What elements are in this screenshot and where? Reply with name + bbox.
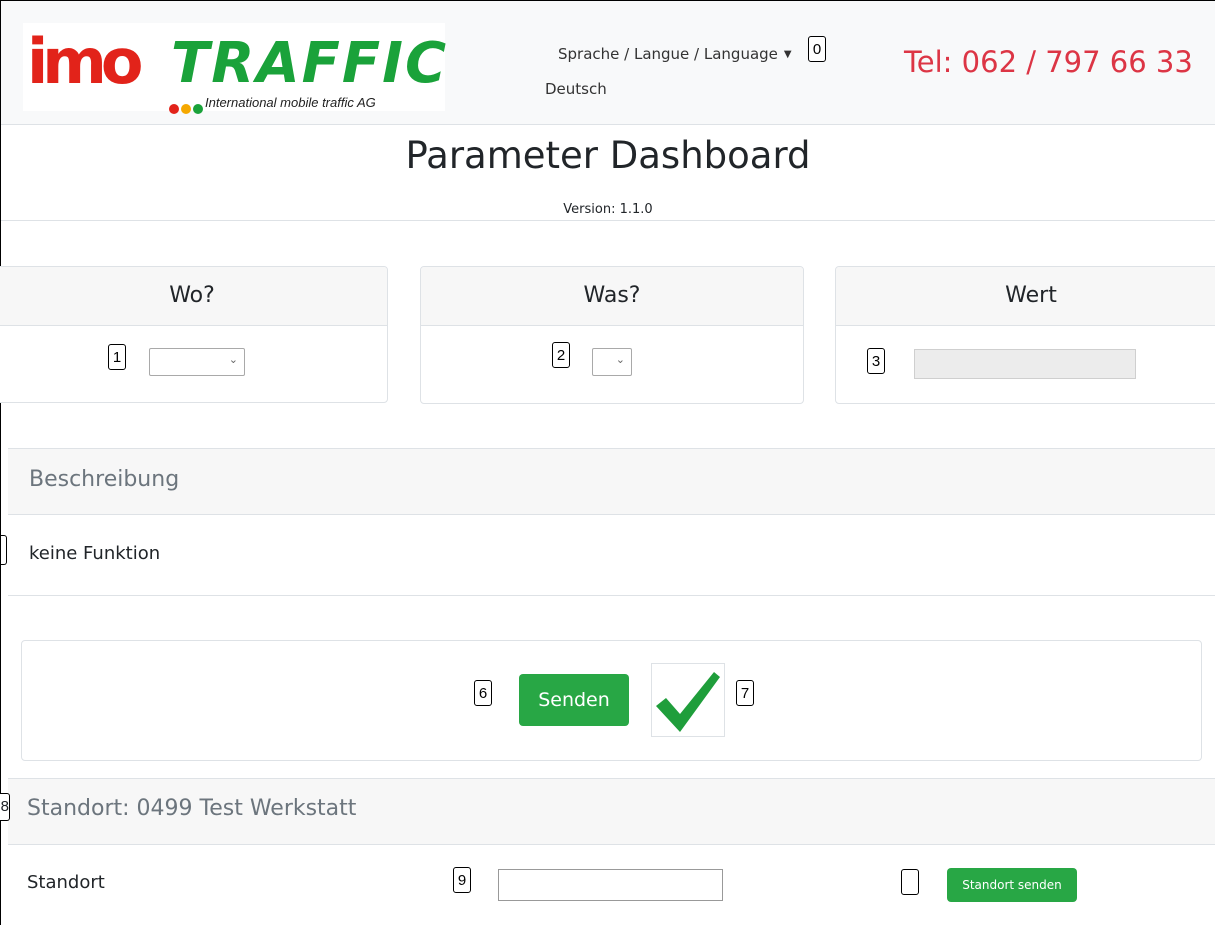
card-where-title: Wo?	[0, 267, 387, 326]
annotation-marker-7: 8	[0, 793, 10, 821]
card-what-title: Was?	[421, 267, 803, 326]
logo-tagline: International mobile traffic AG	[205, 95, 376, 110]
card-where: Wo? ⌄	[0, 266, 388, 403]
chevron-down-icon: ⌄	[228, 353, 238, 366]
annotation-marker-5: 6	[474, 680, 492, 706]
header-bar: imo TRAFFIC International mobile traffic…	[1, 1, 1215, 125]
annotation-marker-0: 0	[808, 36, 826, 62]
logo-traffic-light-dots	[169, 99, 209, 114]
send-button[interactable]: Senden	[519, 674, 629, 726]
annotation-marker-1: 1	[108, 344, 126, 370]
annotation-marker-6: 7	[736, 680, 754, 706]
description-header: Beschreibung	[8, 448, 1215, 515]
what-select[interactable]: ⌄	[592, 348, 632, 376]
description-body: keine Funktion	[8, 516, 1215, 596]
logo-imo-text: imo	[27, 25, 143, 98]
checkmark-icon	[651, 663, 725, 737]
phone-number: Tel: 062 / 797 66 33	[904, 45, 1193, 79]
location-title: Standort: 0499 Test Werkstatt	[27, 796, 357, 821]
title-section: Parameter Dashboard Version: 1.1.0	[1, 124, 1215, 221]
location-header: Standort: 0499 Test Werkstatt	[8, 778, 1215, 845]
location-input[interactable]	[498, 869, 723, 901]
language-dropdown-toggle[interactable]: Sprache / Langue / Language ▼	[558, 45, 792, 63]
chevron-down-icon: ⌄	[615, 353, 625, 366]
value-input[interactable]	[914, 349, 1136, 379]
annotation-marker-2: 2	[552, 342, 570, 368]
version-label: Version: 1.1.0	[563, 202, 653, 217]
caret-down-icon: ▼	[783, 49, 792, 60]
annotation-marker-9	[901, 869, 919, 895]
annotation-marker-8: 9	[453, 867, 471, 893]
annotation-marker-4-partial	[1, 535, 7, 565]
card-what: Was? ⌄	[420, 266, 804, 404]
card-value-title: Wert	[836, 267, 1215, 326]
logo-traffic-text: TRAFFIC	[171, 31, 449, 96]
annotation-marker-3: 3	[867, 348, 885, 374]
language-dropdown-label: Sprache / Langue / Language	[558, 45, 778, 63]
card-value: Wert	[835, 266, 1215, 404]
where-select[interactable]: ⌄	[149, 348, 245, 376]
imo-traffic-logo: imo TRAFFIC International mobile traffic…	[23, 23, 449, 114]
send-location-button[interactable]: Standort senden	[947, 868, 1077, 902]
page-title: Parameter Dashboard	[405, 134, 811, 177]
description-title: Beschreibung	[29, 467, 180, 492]
location-label: Standort	[27, 872, 105, 893]
current-language: Deutsch	[545, 80, 607, 98]
description-text: keine Funktion	[29, 543, 161, 564]
